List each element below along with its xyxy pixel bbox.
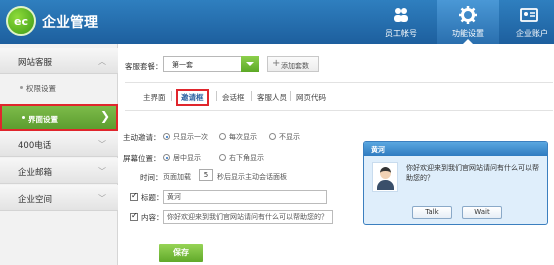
topnav-label: 企业账户 (516, 29, 548, 38)
plan-select[interactable]: 第一套 (163, 56, 259, 72)
radio-label: 只显示一次 (173, 133, 208, 141)
title-label: 标题： (141, 193, 164, 202)
bullet-icon (20, 86, 23, 89)
title-checkbox[interactable] (130, 191, 138, 201)
content-input[interactable]: 你好欢迎来到我们官网站请问有什么可以帮助您的？ (163, 210, 333, 224)
sidebar-group-label: 400电话 (18, 141, 52, 151)
add-plan-label: 添加套数 (281, 61, 309, 70)
radio-label: 右下角显示 (229, 154, 264, 162)
preview-title: 黄河 (371, 146, 385, 154)
tab-divider (251, 91, 252, 101)
sidebar: 网站客服 ︿ 权限设置 界面设置 ❯ 400电话 ﹀ 企业邮箱 ﹀ 企业空间 ﹀ (0, 44, 118, 265)
divider (125, 110, 553, 111)
sidebar-item-permissions[interactable]: 权限设置 (0, 76, 118, 100)
time-label: 时间： (140, 173, 163, 182)
time-prefix: 页面加载 (163, 173, 191, 181)
tab-invite-box[interactable]: 邀请框 (176, 89, 209, 106)
tab-divider (216, 91, 217, 101)
tab-divider (171, 91, 172, 101)
chevron-down-icon: ﹀ (98, 167, 106, 176)
sidebar-group-400-phone[interactable]: 400电话 ﹀ (0, 131, 118, 157)
topnav-staff-accounts[interactable]: 员工帐号 (370, 0, 432, 44)
chevron-down-icon: ﹀ (98, 194, 106, 203)
topnav-enterprise-account[interactable]: 企业账户 (504, 0, 554, 44)
chevron-down-icon: ﹀ (98, 140, 106, 149)
radio-center[interactable] (163, 154, 170, 161)
app-title: 企业管理 (42, 15, 98, 31)
gear-icon (459, 6, 477, 24)
divider (125, 82, 553, 83)
logo-text: ec (14, 15, 28, 28)
title-input[interactable]: 黄河 (163, 190, 327, 204)
sidebar-item-interface-settings[interactable]: 界面设置 ❯ (0, 104, 118, 131)
sidebar-group-label: 企业邮箱 (18, 168, 53, 178)
radio-label: 居中显示 (173, 154, 201, 162)
preview-message: 你好欢迎来到我们官网站请问有什么可以帮助您的？ (406, 164, 539, 182)
people-icon (394, 8, 408, 22)
wait-button[interactable]: Wait (462, 206, 502, 219)
sidebar-group-enterprise-space[interactable]: 企业空间 ﹀ (0, 185, 118, 211)
tab-page-code[interactable]: 网页代码 (296, 92, 326, 103)
radio-bottom-right[interactable] (219, 154, 226, 161)
tab-main-interface[interactable]: 主界面 (143, 92, 166, 103)
add-plan-button[interactable]: + 添加套数 (267, 56, 319, 72)
top-header: ec 企业管理 员工帐号 功能设置 企业账户 (0, 0, 554, 44)
chevron-up-icon: ︿ (98, 57, 106, 66)
invite-preview-window: 黄河 你好欢迎来到我们官网站请问有什么可以帮助您的？ Talk Wait (363, 141, 548, 225)
chevron-right-icon: ❯ (99, 109, 110, 123)
screen-position-label: 屏幕位置： (123, 154, 161, 163)
auto-invite-label: 主动邀请： (123, 133, 161, 142)
radio-show-once[interactable] (163, 133, 170, 140)
radio-label: 每次显示 (229, 133, 257, 141)
avatar-head (380, 167, 391, 179)
radio-label: 不显示 (279, 133, 300, 141)
avatar-body (377, 180, 394, 190)
save-button[interactable]: 保存 (159, 244, 203, 262)
tab-divider (290, 91, 291, 101)
bullet-icon (22, 116, 25, 119)
id-card-icon (520, 8, 538, 22)
content-checkbox[interactable] (130, 211, 138, 221)
tab-service-staff[interactable]: 客服人员 (257, 92, 287, 103)
sidebar-group-enterprise-mail[interactable]: 企业邮箱 ﹀ (0, 158, 118, 184)
plus-icon: + (272, 58, 281, 69)
topnav-feature-settings[interactable]: 功能设置 (437, 0, 499, 44)
topnav-label: 员工帐号 (385, 29, 417, 38)
sidebar-item-label: 权限设置 (26, 84, 56, 93)
sidebar-group-website-service[interactable]: 网站客服 ︿ (0, 48, 118, 74)
tab-chat-box[interactable]: 会话框 (222, 92, 245, 103)
sidebar-group-label: 企业空间 (18, 195, 53, 205)
plan-select-value: 第一套 (172, 61, 193, 69)
content-label: 内容： (141, 213, 164, 222)
radio-no-show[interactable] (269, 133, 276, 140)
chevron-down-icon[interactable] (241, 56, 259, 72)
agent-avatar (372, 162, 398, 192)
topnav-label: 功能设置 (452, 29, 484, 38)
preview-title-bar: 黄河 (364, 142, 547, 156)
plan-label: 客服套餐： (125, 62, 163, 71)
sidebar-item-label: 界面设置 (28, 115, 58, 124)
ec-logo: ec (6, 6, 36, 36)
talk-button[interactable]: Talk (412, 206, 452, 219)
sidebar-group-label: 网站客服 (18, 58, 53, 68)
radio-show-every-time[interactable] (219, 133, 226, 140)
time-suffix: 秒后显示主动会话面板 (217, 173, 287, 181)
delay-seconds-input[interactable]: 5 (199, 169, 213, 181)
